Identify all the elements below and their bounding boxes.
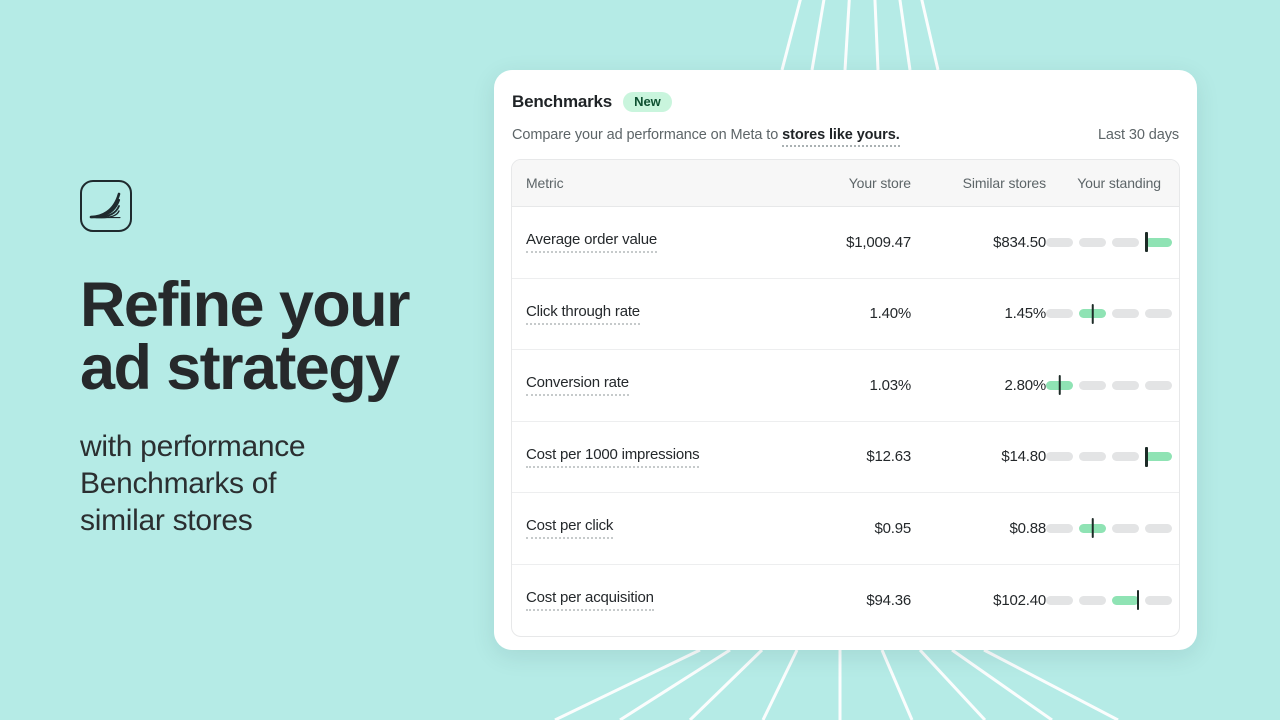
subhead-line-2: Benchmarks of bbox=[80, 467, 277, 501]
metric-cell: Cost per click bbox=[526, 517, 781, 540]
standing-segment-active bbox=[1079, 518, 1106, 539]
subhead-line-1: with performance bbox=[80, 430, 306, 463]
metric-label[interactable]: Cost per 1000 impressions bbox=[526, 446, 700, 468]
standing-cell bbox=[1046, 518, 1172, 539]
new-badge: New bbox=[623, 92, 672, 112]
benchmarks-table: Metric Your store Similar stores Your st… bbox=[511, 159, 1180, 637]
standing-meter bbox=[1046, 232, 1172, 253]
metric-cell: Average order value bbox=[526, 231, 781, 254]
standing-segment-active bbox=[1079, 303, 1106, 324]
standing-meter bbox=[1046, 303, 1172, 324]
column-header-similar-stores: Similar stores bbox=[962, 175, 1047, 191]
table-row: Click through rate 1.40% 1.45% bbox=[512, 279, 1179, 350]
standing-segment bbox=[1145, 380, 1172, 390]
standing-cell bbox=[1046, 446, 1172, 467]
headline-line-2: ad strategy bbox=[80, 333, 400, 403]
your-store-value: 1.03% bbox=[869, 376, 911, 394]
standing-segment-active bbox=[1046, 375, 1073, 396]
standing-cell bbox=[1046, 232, 1172, 253]
your-store-value: $94.36 bbox=[866, 591, 911, 609]
column-header-your-store: Your store bbox=[848, 175, 911, 191]
metric-cell: Cost per acquisition bbox=[526, 589, 781, 612]
standing-marker bbox=[1145, 446, 1148, 467]
standing-segment bbox=[1046, 523, 1073, 533]
standing-segment bbox=[1079, 237, 1106, 247]
your-store-value: 1.40% bbox=[869, 305, 911, 323]
column-header-your-standing: Your standing bbox=[1077, 175, 1161, 191]
standing-segment bbox=[1145, 523, 1172, 533]
similar-stores-value: $834.50 bbox=[993, 233, 1046, 251]
standing-segment bbox=[1145, 309, 1172, 319]
table-body: Average order value $1,009.47 $834.50 Click… bbox=[512, 207, 1179, 636]
table-row: Average order value $1,009.47 $834.50 bbox=[512, 207, 1179, 279]
metric-cell: Click through rate bbox=[526, 303, 781, 325]
card-description: Compare your ad performance on Meta to s… bbox=[512, 127, 900, 147]
headline-line-1: Refine your bbox=[80, 270, 411, 340]
standing-cell bbox=[1046, 375, 1172, 396]
standing-segment bbox=[1112, 523, 1139, 533]
your-store-value: $0.95 bbox=[874, 519, 911, 537]
card-title: Benchmarks bbox=[512, 92, 613, 111]
standing-segment bbox=[1079, 452, 1106, 462]
metric-label[interactable]: Click through rate bbox=[526, 303, 640, 325]
standing-segment bbox=[1046, 237, 1073, 247]
standing-segment bbox=[1046, 595, 1073, 605]
standing-meter bbox=[1046, 590, 1172, 611]
standing-segment bbox=[1112, 237, 1139, 247]
fan-logo-icon bbox=[80, 180, 132, 232]
standing-meter bbox=[1046, 375, 1172, 396]
metric-label[interactable]: Average order value bbox=[526, 231, 657, 254]
standing-marker bbox=[1091, 303, 1094, 324]
standing-marker bbox=[1091, 518, 1094, 539]
table-row: Cost per acquisition $94.36 $102.40 bbox=[512, 565, 1179, 637]
similar-stores-value: 2.80% bbox=[1004, 376, 1046, 394]
standing-cell bbox=[1046, 303, 1172, 324]
standing-segment bbox=[1112, 380, 1139, 390]
your-store-value: $12.63 bbox=[866, 448, 911, 466]
table-header-row: Metric Your store Similar stores Your st… bbox=[512, 160, 1179, 207]
standing-marker bbox=[1136, 590, 1139, 611]
similar-stores-value: $102.40 bbox=[993, 591, 1046, 609]
date-range-label[interactable]: Last 30 days bbox=[1098, 127, 1179, 143]
standing-marker bbox=[1058, 375, 1061, 396]
standing-segment bbox=[1046, 309, 1073, 319]
table-row: Cost per 1000 impressions $12.63 $14.80 bbox=[512, 422, 1179, 493]
similar-stores-value: $0.88 bbox=[1009, 519, 1046, 537]
standing-cell bbox=[1046, 590, 1172, 611]
table-row: Cost per click $0.95 $0.88 bbox=[512, 493, 1179, 565]
page-subtitle: with performance Benchmarks of similar s… bbox=[80, 428, 460, 540]
standing-segment bbox=[1079, 380, 1106, 390]
metric-label[interactable]: Cost per click bbox=[526, 517, 613, 540]
standing-segment-active bbox=[1145, 446, 1172, 467]
card-header: Benchmarks New bbox=[511, 92, 1180, 112]
similar-stores-value: 1.45% bbox=[1004, 305, 1046, 323]
card-subheader: Compare your ad performance on Meta to s… bbox=[511, 127, 1180, 147]
similar-stores-link[interactable]: stores like yours. bbox=[782, 127, 900, 147]
standing-segment bbox=[1112, 309, 1139, 319]
standing-segment bbox=[1112, 452, 1139, 462]
subhead-line-3: similar stores bbox=[80, 504, 253, 538]
standing-segment-active bbox=[1145, 232, 1172, 253]
standing-marker bbox=[1145, 232, 1148, 253]
card-description-prefix: Compare your ad performance on Meta to bbox=[512, 127, 783, 143]
page-title: Refine your ad strategy bbox=[80, 274, 460, 400]
standing-meter bbox=[1046, 446, 1172, 467]
benchmarks-card: Benchmarks New Compare your ad performan… bbox=[494, 70, 1197, 650]
standing-meter bbox=[1046, 518, 1172, 539]
column-header-metric: Metric bbox=[526, 175, 564, 191]
metric-label[interactable]: Cost per acquisition bbox=[526, 589, 654, 612]
metric-cell: Conversion rate bbox=[526, 374, 781, 397]
metric-cell: Cost per 1000 impressions bbox=[526, 446, 781, 468]
standing-segment bbox=[1079, 595, 1106, 605]
your-store-value: $1,009.47 bbox=[846, 233, 911, 251]
table-row: Conversion rate 1.03% 2.80% bbox=[512, 350, 1179, 422]
standing-segment bbox=[1145, 595, 1172, 605]
marketing-panel: Refine your ad strategy with performance… bbox=[80, 180, 460, 540]
standing-segment-active bbox=[1112, 590, 1139, 611]
standing-segment bbox=[1046, 452, 1073, 462]
metric-label[interactable]: Conversion rate bbox=[526, 374, 629, 397]
similar-stores-value: $14.80 bbox=[1001, 448, 1046, 466]
